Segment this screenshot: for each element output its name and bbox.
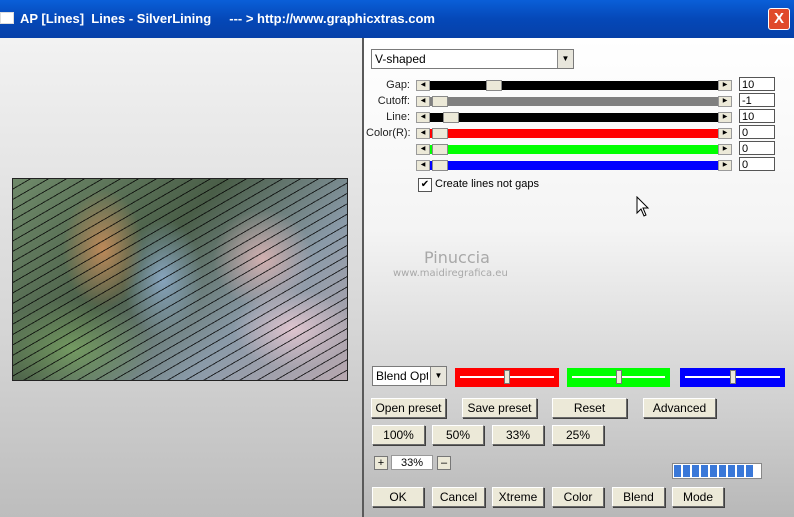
reset-button[interactable]: Reset	[552, 398, 627, 418]
slider-left-arrow-icon[interactable]: ◀	[416, 96, 430, 107]
slider-right-arrow-icon[interactable]: ▶	[718, 96, 732, 107]
blend-button[interactable]: Blend	[612, 487, 665, 507]
progress-indicator	[672, 463, 762, 479]
blend-options-select[interactable]: Blend Options ▼	[372, 366, 447, 386]
mouse-cursor-icon	[636, 196, 650, 217]
blend-red-slider[interactable]	[455, 368, 559, 387]
cancel-button[interactable]: Cancel	[432, 487, 485, 507]
advanced-button[interactable]: Advanced	[643, 398, 716, 418]
slider-left-arrow-icon[interactable]: ◀	[416, 80, 430, 91]
slider-thumb[interactable]	[432, 160, 448, 171]
progress-segment	[710, 465, 717, 477]
zoom-33-button[interactable]: 33%	[492, 425, 544, 445]
param-label: Cutoff:	[377, 95, 410, 107]
param-slider[interactable]: ◀ ▶	[416, 160, 732, 171]
color-button[interactable]: Color	[552, 487, 604, 507]
param-value-field[interactable]: 0	[739, 141, 775, 155]
chevron-down-icon[interactable]: ▼	[430, 367, 446, 385]
blend-blue-slider[interactable]	[680, 368, 785, 387]
ok-button[interactable]: OK	[372, 487, 424, 507]
slider-thumb[interactable]	[432, 144, 448, 155]
slider-left-arrow-icon[interactable]: ◀	[416, 128, 430, 139]
zoom-25-button[interactable]: 25%	[552, 425, 604, 445]
param-slider[interactable]: ◀ ▶	[416, 128, 732, 139]
slider-thumb[interactable]	[442, 112, 459, 123]
param-label: Line:	[386, 111, 410, 123]
slider-left-arrow-icon[interactable]: ◀	[416, 144, 430, 155]
slider-thumb[interactable]	[504, 370, 510, 384]
progress-segment	[737, 465, 744, 477]
slider-thumb[interactable]	[615, 370, 622, 384]
slider-bar	[430, 161, 718, 170]
slider-right-arrow-icon[interactable]: ▶	[718, 160, 732, 171]
slider-thumb[interactable]	[729, 370, 736, 384]
progress-segment	[674, 465, 681, 477]
slider-left-arrow-icon[interactable]: ◀	[416, 160, 430, 171]
slider-bar	[430, 113, 718, 122]
param-slider[interactable]: ◀ ▶	[416, 144, 732, 155]
slider-bar	[430, 129, 718, 138]
progress-segment	[683, 465, 690, 477]
param-label: Gap:	[386, 79, 410, 91]
slider-bar	[430, 97, 718, 106]
preview-lines-overlay	[13, 179, 347, 380]
param-slider[interactable]: ◀ ▶	[416, 80, 732, 91]
watermark-url: www.maidiregrafica.eu	[393, 268, 508, 279]
zoom-50-button[interactable]: 50%	[432, 425, 484, 445]
slider-bar	[430, 81, 718, 90]
zoom-out-button[interactable]: –	[437, 456, 451, 470]
progress-segment	[701, 465, 708, 477]
style-select-value: V-shaped	[375, 52, 426, 66]
zoom-level: 33%	[391, 455, 433, 470]
slider-right-arrow-icon[interactable]: ▶	[718, 144, 732, 155]
progress-segment	[692, 465, 699, 477]
xtreme-button[interactable]: Xtreme	[492, 487, 544, 507]
param-value-field[interactable]: 0	[739, 125, 775, 139]
mode-button[interactable]: Mode	[672, 487, 724, 507]
create-lines-checkbox[interactable]: ✔	[418, 178, 432, 192]
zoom-100-button[interactable]: 100%	[372, 425, 425, 445]
blend-options-value: Blend Options	[376, 369, 428, 383]
zoom-in-button[interactable]: +	[374, 456, 388, 470]
param-slider[interactable]: ◀ ▶	[416, 96, 732, 107]
param-value-field[interactable]: 0	[739, 157, 775, 171]
slider-thumb[interactable]	[486, 80, 502, 91]
slider-thumb[interactable]	[432, 128, 448, 139]
param-label: Color(R):	[366, 127, 411, 139]
slider-bar	[430, 145, 718, 154]
save-preset-button[interactable]: Save preset	[462, 398, 537, 418]
slider-right-arrow-icon[interactable]: ▶	[718, 80, 732, 91]
title-bar: AP [Lines] Lines - SilverLining --- > ht…	[0, 0, 794, 38]
check-icon: ✔	[420, 179, 430, 190]
create-lines-label: Create lines not gaps	[435, 178, 539, 190]
slider-right-arrow-icon[interactable]: ▶	[718, 128, 732, 139]
open-preset-button[interactable]: Open preset	[371, 398, 446, 418]
param-value-field[interactable]: -1	[739, 93, 775, 107]
progress-segment	[728, 465, 735, 477]
blend-green-slider[interactable]	[567, 368, 670, 387]
progress-segment	[719, 465, 726, 477]
close-button[interactable]: X	[768, 8, 790, 30]
chevron-down-icon[interactable]: ▼	[557, 50, 573, 68]
style-select[interactable]: V-shaped ▼	[371, 49, 574, 69]
param-slider[interactable]: ◀ ▶	[416, 112, 732, 123]
progress-segment	[746, 465, 753, 477]
param-value-field[interactable]: 10	[739, 77, 775, 91]
slider-thumb[interactable]	[432, 96, 448, 107]
preview-image[interactable]	[12, 178, 348, 381]
window-title: AP [Lines] Lines - SilverLining --- > ht…	[20, 11, 435, 26]
param-value-field[interactable]: 10	[739, 109, 775, 123]
slider-left-arrow-icon[interactable]: ◀	[416, 112, 430, 123]
slider-right-arrow-icon[interactable]: ▶	[718, 112, 732, 123]
app-icon	[0, 12, 14, 24]
watermark-name: Pinuccia	[424, 248, 490, 267]
